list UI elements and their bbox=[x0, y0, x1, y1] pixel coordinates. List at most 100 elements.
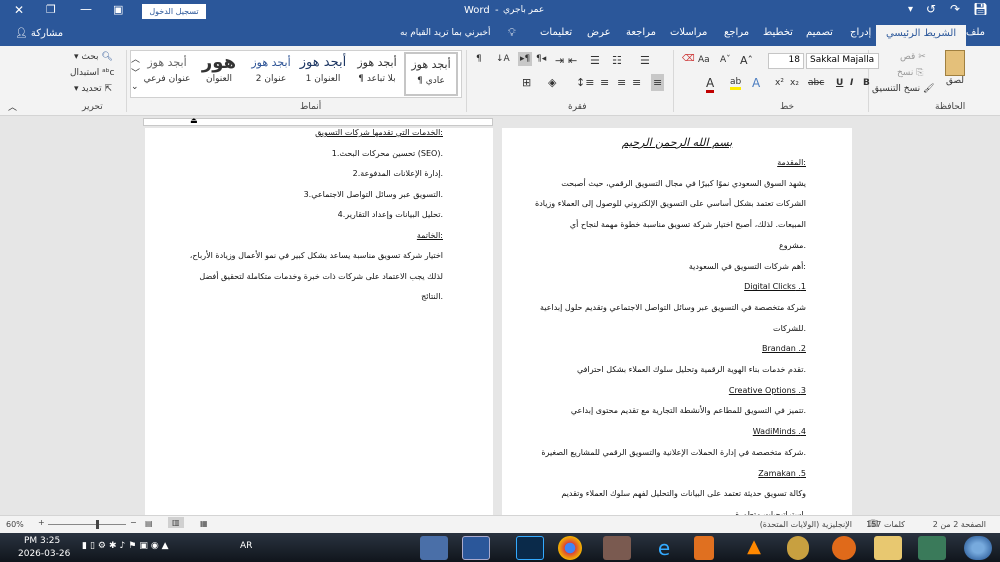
copy-button[interactable]: نسخ ⎘ bbox=[897, 68, 923, 78]
borders-icon[interactable]: ⊞ bbox=[522, 76, 531, 89]
document-page-1[interactable]: بسم الله الرحمن الرحيم :المقدمة يشهد السو… bbox=[502, 128, 852, 519]
style-heading-2[interactable]: أبجد هوز عنوان 2 bbox=[244, 52, 298, 96]
italic-button[interactable]: I bbox=[850, 78, 853, 88]
format-painter-button[interactable]: نسخ التنسيق 🖌︎ bbox=[872, 84, 934, 94]
align-right-icon[interactable]: ≡ bbox=[651, 74, 665, 91]
media-player-icon[interactable] bbox=[694, 536, 714, 560]
collapse-ribbon-icon[interactable]: ︿ bbox=[8, 100, 17, 113]
bullets-icon[interactable]: ☰ bbox=[640, 54, 650, 67]
subscript-button[interactable]: x₂ bbox=[790, 78, 799, 88]
underline-button[interactable]: U bbox=[836, 78, 843, 88]
paste-button[interactable]: لصق bbox=[940, 50, 970, 86]
web-layout-icon[interactable]: ▤ bbox=[145, 519, 153, 528]
chrome-icon[interactable] bbox=[558, 536, 582, 560]
rtl-icon[interactable]: ¶◂ bbox=[536, 54, 546, 64]
zoom-in-button[interactable]: + bbox=[38, 518, 45, 527]
page-count[interactable]: الصفحة 2 من 2 bbox=[933, 520, 986, 529]
highlight-icon[interactable]: ab bbox=[730, 77, 742, 90]
font-name-select[interactable]: Sakkal Majalla⌄ bbox=[795, 53, 879, 69]
tab-design[interactable]: تصميم bbox=[806, 27, 833, 38]
styles-scroll-up[interactable]: ︿ bbox=[131, 52, 140, 65]
language-indicator[interactable]: الإنجليزية (الولايات المتحدة) bbox=[760, 520, 852, 529]
read-mode-icon[interactable]: ▦ bbox=[200, 519, 208, 528]
bold-button[interactable]: B bbox=[863, 78, 870, 88]
language-bar[interactable]: AR bbox=[240, 541, 252, 551]
increase-indent-icon[interactable]: ⇥ bbox=[555, 54, 564, 67]
save-icon[interactable]: 💾︎ bbox=[973, 2, 988, 16]
tab-home[interactable]: الشريط الرئيسي bbox=[876, 25, 967, 46]
tab-review[interactable]: مراجعة bbox=[626, 27, 656, 38]
tray-icons[interactable]: ▮▯⚙✱♪⚑▣◉▲ bbox=[82, 541, 172, 551]
font-color-icon[interactable]: A bbox=[706, 76, 715, 93]
clock-time[interactable]: PM 3:25 bbox=[24, 536, 60, 546]
zoom-out-button[interactable]: − bbox=[130, 518, 137, 527]
strikethrough-button[interactable]: abc bbox=[808, 78, 824, 88]
tab-references[interactable]: مراجع bbox=[724, 27, 749, 38]
tell-me-input[interactable]: أخبرني بما تريد القيام به bbox=[400, 28, 491, 38]
font-size-select[interactable]: 18 bbox=[768, 53, 804, 69]
find-button[interactable]: ▾ بحث 🔍︎ bbox=[74, 52, 113, 62]
cut-button[interactable]: قص ✂ bbox=[900, 52, 926, 62]
tab-layout[interactable]: تخطيط bbox=[763, 27, 793, 38]
shrink-font-button[interactable]: Aˇ bbox=[720, 55, 731, 65]
shading-icon[interactable]: ◈ bbox=[548, 76, 556, 89]
tab-mailings[interactable]: مراسلات bbox=[670, 27, 707, 38]
app-icon[interactable] bbox=[787, 536, 809, 560]
styles-scroll-down[interactable]: ﹀ bbox=[131, 66, 140, 79]
indent-marker[interactable]: ⏏ bbox=[190, 116, 198, 128]
clock-date[interactable]: 2026-03-26 bbox=[18, 549, 70, 559]
tab-file[interactable]: ملف bbox=[966, 27, 985, 38]
chrome-apps-icon[interactable] bbox=[420, 536, 448, 560]
sign-in-button[interactable]: تسجيل الدخول bbox=[142, 4, 206, 19]
ribbon-display-button[interactable]: ▣ bbox=[113, 3, 123, 16]
file-explorer-icon[interactable] bbox=[874, 536, 902, 560]
clear-formatting-icon[interactable]: ⌫ bbox=[682, 54, 695, 64]
document-page-2[interactable]: :الخدمات التي تقدمها شركات التسويق .(SEO)… bbox=[145, 128, 493, 515]
photoshop-icon[interactable] bbox=[516, 536, 544, 560]
internet-explorer-icon[interactable]: e bbox=[650, 536, 678, 560]
undo-icon[interactable]: ↺ bbox=[926, 2, 936, 16]
customize-qat-icon[interactable]: ▾ bbox=[908, 4, 913, 15]
hp-icon[interactable] bbox=[918, 536, 946, 560]
minimize-button[interactable]: — bbox=[80, 2, 92, 16]
align-left-icon[interactable]: ≡ bbox=[617, 76, 626, 89]
start-button[interactable] bbox=[964, 536, 992, 560]
text-effects-icon[interactable]: A bbox=[752, 76, 760, 90]
tab-insert[interactable]: إدراج bbox=[850, 27, 871, 38]
style-no-spacing[interactable]: أبجد هوز ¶ بلا تباعد bbox=[350, 52, 404, 96]
multilevel-list-icon[interactable]: ☰ bbox=[590, 54, 600, 67]
superscript-button[interactable]: x² bbox=[775, 78, 784, 88]
sort-icon[interactable]: ↓A bbox=[496, 54, 510, 64]
style-title[interactable]: هور العنوان bbox=[192, 52, 246, 96]
line-spacing-icon[interactable]: ↕≡ bbox=[576, 76, 594, 89]
change-case-button[interactable]: Aa bbox=[698, 55, 710, 65]
print-layout-icon[interactable]: ▥ bbox=[168, 517, 184, 528]
app-icon[interactable] bbox=[603, 536, 631, 560]
firefox-icon[interactable] bbox=[832, 536, 856, 560]
word-taskbar-icon[interactable] bbox=[462, 536, 490, 560]
styles-more[interactable]: ⌄ bbox=[131, 82, 139, 92]
grow-font-button[interactable]: Aˆ bbox=[740, 54, 753, 67]
style-subtitle[interactable]: أبجد هوز عنوان فرعي bbox=[140, 52, 194, 96]
justify-icon[interactable]: ≡ bbox=[600, 76, 609, 89]
zoom-slider-thumb[interactable] bbox=[96, 520, 99, 529]
style-heading-1[interactable]: أبجد هوز العنوان 1 bbox=[296, 52, 350, 96]
numbering-icon[interactable]: ☷ bbox=[612, 54, 622, 67]
tab-view[interactable]: عرض bbox=[587, 27, 611, 38]
decrease-indent-icon[interactable]: ⇤ bbox=[568, 54, 577, 67]
vlc-icon[interactable]: ▲ bbox=[740, 536, 768, 560]
zoom-slider[interactable] bbox=[48, 524, 126, 525]
tab-help[interactable]: تعليمات bbox=[540, 27, 572, 38]
close-button[interactable]: ✕ bbox=[14, 3, 24, 17]
redo-icon[interactable]: ↷ bbox=[950, 2, 960, 16]
center-icon[interactable]: ≡ bbox=[632, 76, 641, 89]
share-button[interactable]: 👤︎ مشاركة bbox=[15, 28, 63, 39]
proofing-icon[interactable]: 📖︎ bbox=[868, 519, 878, 528]
style-normal[interactable]: أبجد هوز ¶ عادي bbox=[404, 52, 458, 96]
zoom-level[interactable]: 60% bbox=[6, 520, 24, 529]
ltr-icon[interactable]: ▸¶ bbox=[518, 52, 533, 66]
replace-button[interactable]: استبدال ᵃᵇc bbox=[70, 68, 114, 78]
select-button[interactable]: ▾ تحديد ⇱ bbox=[74, 84, 112, 94]
restore-button[interactable]: ❐ bbox=[46, 3, 56, 16]
show-marks-icon[interactable]: ¶ bbox=[476, 54, 482, 64]
